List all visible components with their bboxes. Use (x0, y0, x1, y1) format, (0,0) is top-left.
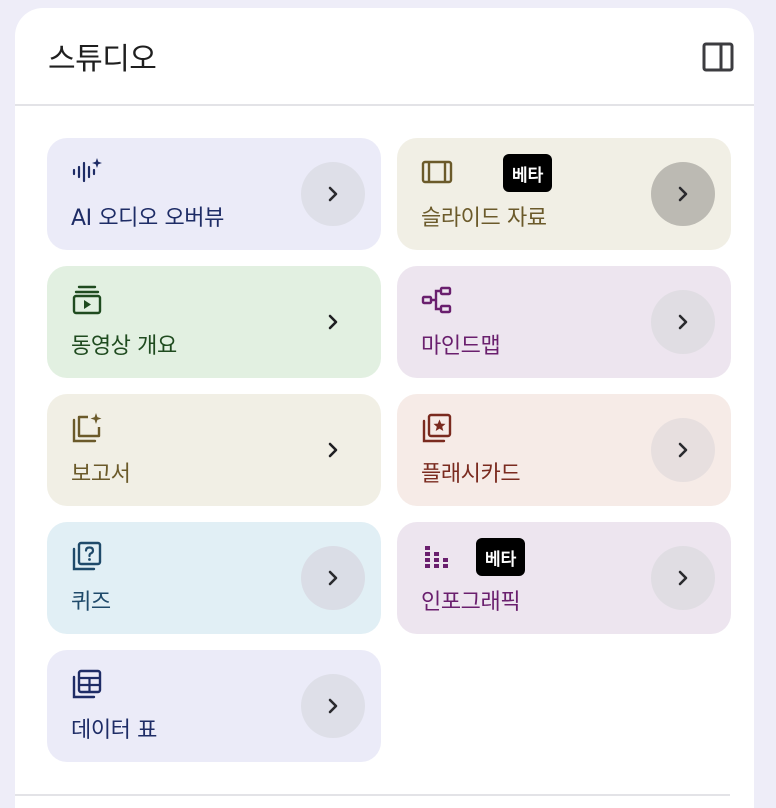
audio-waveform-sparkle-icon (72, 158, 102, 183)
flashcards-icon (422, 413, 452, 443)
open-arrow-button[interactable] (651, 546, 715, 610)
open-arrow-button[interactable] (651, 162, 715, 226)
card-slides[interactable]: 베타 슬라이드 자료 (397, 138, 731, 250)
card-label: 플래시카드 (421, 462, 521, 487)
card-label: 퀴즈 (71, 590, 111, 615)
open-arrow-button[interactable] (301, 674, 365, 738)
card-infographic[interactable]: 베타 인포그래픽 (397, 522, 731, 634)
quiz-icon (72, 541, 102, 571)
card-label: 동영상 개요 (71, 334, 177, 359)
report-sparkle-icon (72, 413, 102, 443)
card-label: 슬라이드 자료 (421, 206, 547, 231)
card-label: 보고서 (71, 462, 131, 487)
chevron-right-icon (328, 570, 338, 586)
beta-badge: 베타 (503, 154, 553, 192)
open-arrow-button[interactable] (301, 290, 365, 354)
toggle-panel-button[interactable] (702, 41, 734, 73)
mind-map-icon (421, 286, 452, 314)
chevron-right-icon (678, 442, 688, 458)
card-quiz[interactable]: 퀴즈 (47, 522, 381, 634)
open-arrow-button[interactable] (651, 290, 715, 354)
open-arrow-button[interactable] (301, 418, 365, 482)
side-panel-icon (702, 42, 734, 72)
chevron-right-icon (328, 186, 338, 202)
video-overview-icon (72, 285, 102, 315)
card-audio-overview[interactable]: AI 오디오 오버뷰 (47, 138, 381, 250)
studio-header: 스튜디오 (15, 8, 754, 106)
page-title: 스튜디오 (48, 42, 157, 77)
card-label: 인포그래픽 (421, 590, 521, 615)
chevron-right-icon (678, 570, 688, 586)
data-table-icon (72, 669, 102, 699)
chevron-right-icon (678, 186, 688, 202)
open-arrow-button[interactable] (301, 546, 365, 610)
divider (15, 794, 730, 796)
chevron-right-icon (328, 698, 338, 714)
open-arrow-button[interactable] (301, 162, 365, 226)
chevron-right-icon (678, 314, 688, 330)
card-label: AI 오디오 오버뷰 (71, 206, 224, 231)
chevron-right-icon (328, 314, 338, 330)
card-video-overview[interactable]: 동영상 개요 (47, 266, 381, 378)
card-label: 마인드맵 (421, 334, 501, 359)
card-flashcards[interactable]: 플래시카드 (397, 394, 731, 506)
card-report[interactable]: 보고서 (47, 394, 381, 506)
open-arrow-button[interactable] (651, 418, 715, 482)
infographic-icon (425, 546, 448, 568)
card-mind-map[interactable]: 마인드맵 (397, 266, 731, 378)
card-label: 데이터 표 (71, 718, 157, 743)
slides-icon (421, 160, 453, 184)
card-data-table[interactable]: 데이터 표 (47, 650, 381, 762)
chevron-right-icon (328, 442, 338, 458)
beta-badge: 베타 (476, 538, 526, 576)
